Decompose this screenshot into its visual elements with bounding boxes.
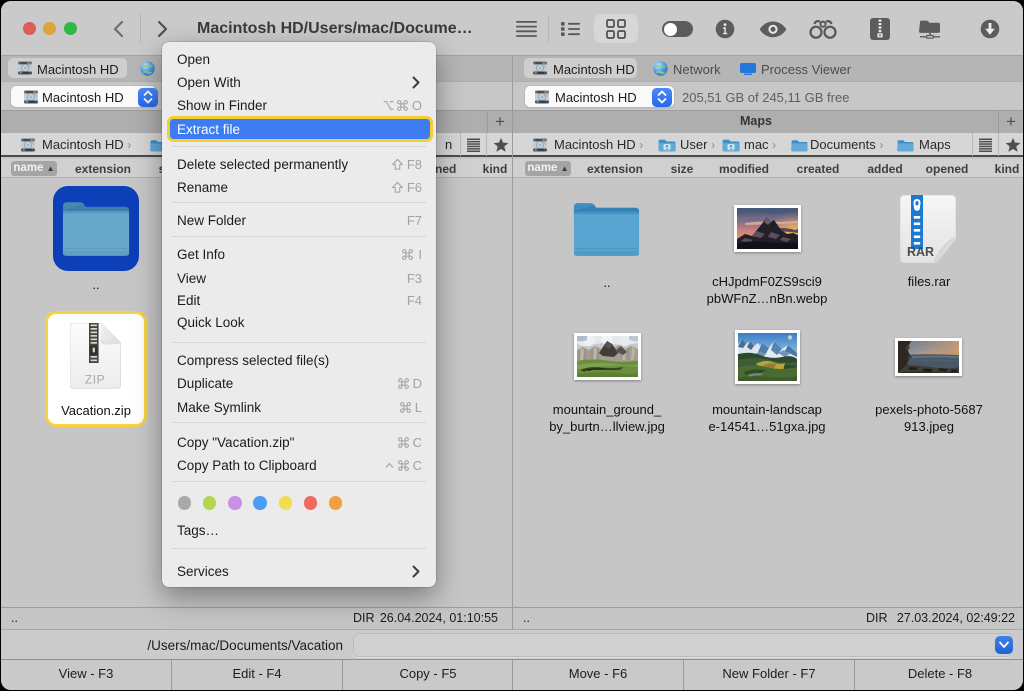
svg-text:ZIP: ZIP <box>85 373 105 387</box>
svg-text:RAR: RAR <box>907 245 934 259</box>
